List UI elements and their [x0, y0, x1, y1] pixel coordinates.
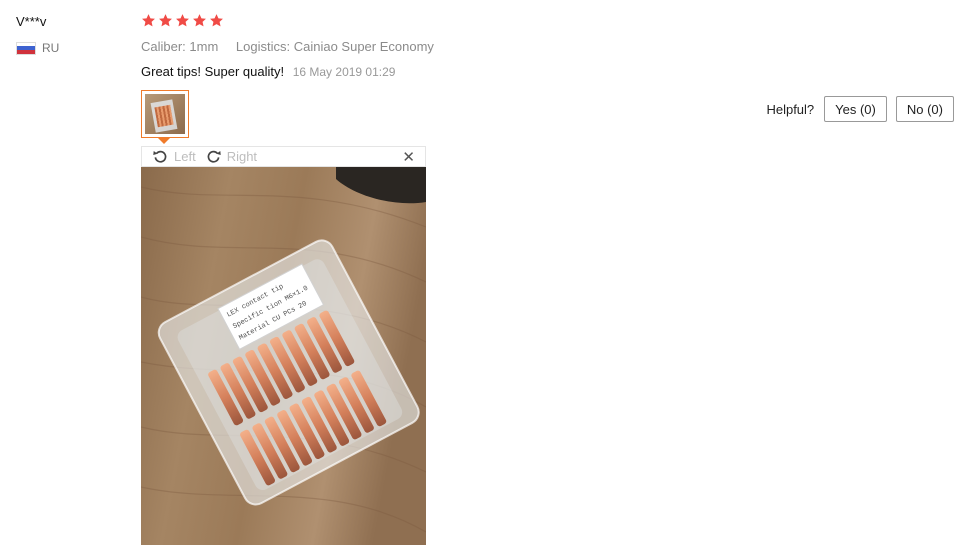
thumbnail-image: [145, 94, 185, 134]
feedback-text: Great tips! Super quality!: [141, 64, 285, 79]
reviewer-name: V***v: [16, 14, 47, 29]
image-viewer-toolbar: Left Right ✕: [141, 146, 426, 167]
logistics-attribute: Logistics: Cainiao Super Economy: [235, 39, 434, 54]
star-icon: [176, 14, 189, 27]
order-attributes: Caliber: 1mm Logistics: Cainiao Super Ec…: [141, 39, 434, 54]
rotate-right-label: Right: [226, 149, 258, 164]
rotate-left-button[interactable]: Left: [152, 148, 196, 165]
review-date: 16 May 2019 01:29: [292, 65, 396, 79]
close-icon[interactable]: ✕: [402, 148, 415, 166]
helpful-label: Helpful?: [766, 101, 815, 117]
reviewer-country: RU: [16, 41, 59, 55]
thumbnail-pointer: [158, 138, 170, 144]
rotate-right-icon: [207, 150, 221, 163]
russia-flag-icon: [16, 41, 36, 55]
review-photo-thumbnail[interactable]: [141, 90, 189, 138]
caliber-attribute: Caliber: 1mm: [141, 39, 219, 54]
star-icon: [210, 14, 223, 27]
country-code: RU: [42, 41, 60, 55]
rotate-left-label: Left: [174, 149, 196, 164]
review-photo-illustration: LEX contact tip Specific tion M6×1.0 Mat…: [141, 167, 426, 545]
rotate-right-button[interactable]: Right: [205, 148, 257, 165]
review-feedback: Great tips! Super quality! 16 May 2019 0…: [141, 64, 395, 79]
review-photo-large: LEX contact tip Specific tion M6×1.0 Mat…: [141, 167, 426, 545]
helpful-yes-button[interactable]: Yes (0): [824, 96, 887, 122]
helpful-no-button[interactable]: No (0): [895, 96, 954, 122]
helpful-vote: Helpful? Yes (0) No (0): [766, 96, 954, 122]
star-icon: [193, 14, 206, 27]
rotate-left-icon: [153, 150, 167, 163]
star-icon: [142, 14, 155, 27]
star-icon: [159, 14, 172, 27]
star-rating: [141, 13, 224, 28]
